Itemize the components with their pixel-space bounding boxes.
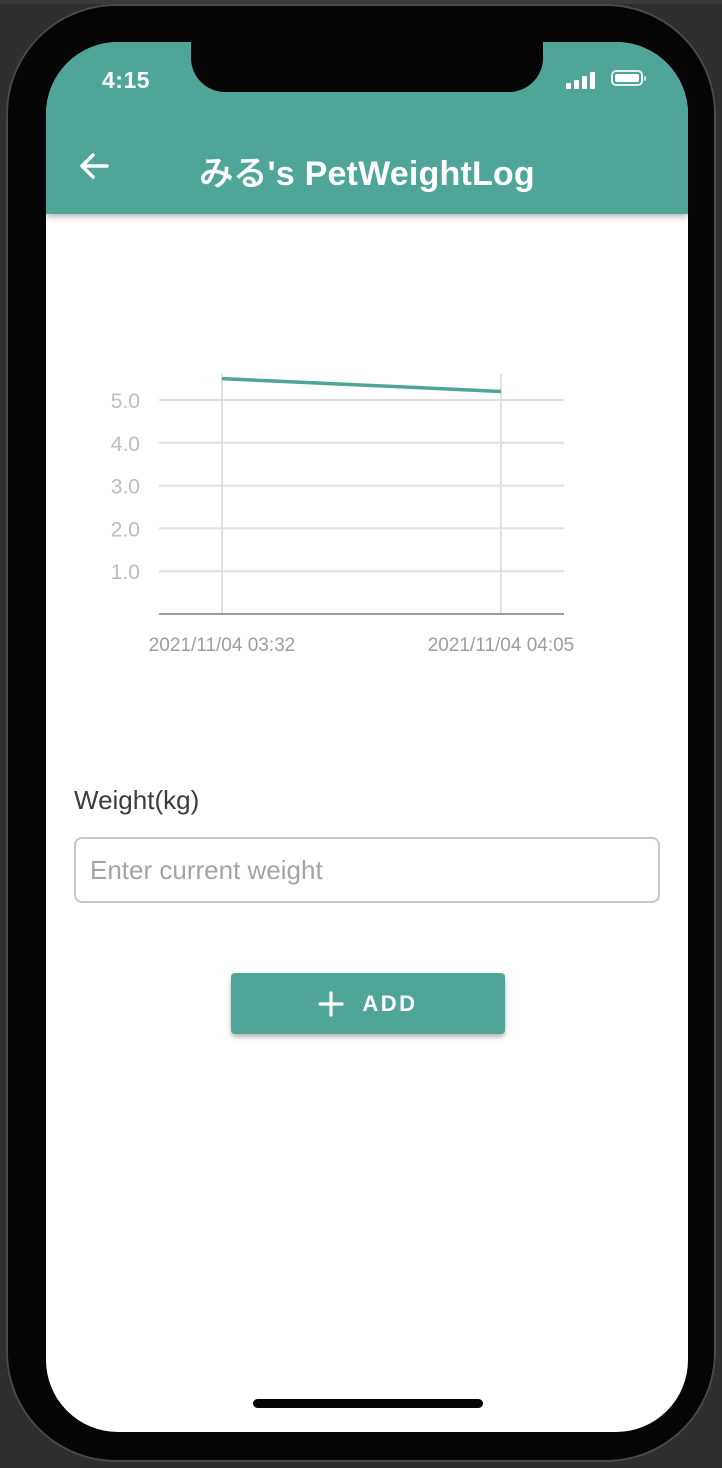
device-notch bbox=[191, 42, 543, 92]
weight-input[interactable] bbox=[74, 837, 660, 903]
x-tick-label: 2021/11/04 04:05 bbox=[428, 635, 575, 656]
add-button-label: ADD bbox=[362, 990, 418, 1016]
weight-chart: 1.0 2.0 3.0 4.0 5.0 2021/11/04 03:32 2021/11/0… bbox=[111, 374, 575, 656]
app-screen: 4:15 みる's PetWeightLog 1.0 2.0 3.0 4.0 5.0 20… bbox=[46, 42, 688, 1432]
battery-icon bbox=[611, 70, 646, 86]
cellular-signal-icon bbox=[566, 71, 596, 89]
y-tick-label: 2.0 bbox=[111, 518, 140, 541]
plus-icon bbox=[318, 990, 345, 1017]
y-tick-label: 5.0 bbox=[111, 390, 140, 413]
status-time: 4:15 bbox=[102, 67, 151, 93]
weight-series-line bbox=[221, 376, 502, 394]
y-tick-label: 1.0 bbox=[111, 561, 140, 584]
add-button[interactable]: ADD bbox=[231, 973, 505, 1034]
home-indicator[interactable] bbox=[253, 1399, 483, 1408]
page-title: みる's PetWeightLog bbox=[199, 155, 535, 193]
phone-frame: 4:15 みる's PetWeightLog 1.0 2.0 3.0 4.0 5.0 20… bbox=[6, 4, 716, 1462]
x-tick-label: 2021/11/04 03:32 bbox=[149, 635, 296, 656]
y-tick-label: 4.0 bbox=[111, 433, 140, 456]
y-tick-label: 3.0 bbox=[111, 476, 140, 499]
weight-label: Weight(kg) bbox=[74, 785, 200, 815]
